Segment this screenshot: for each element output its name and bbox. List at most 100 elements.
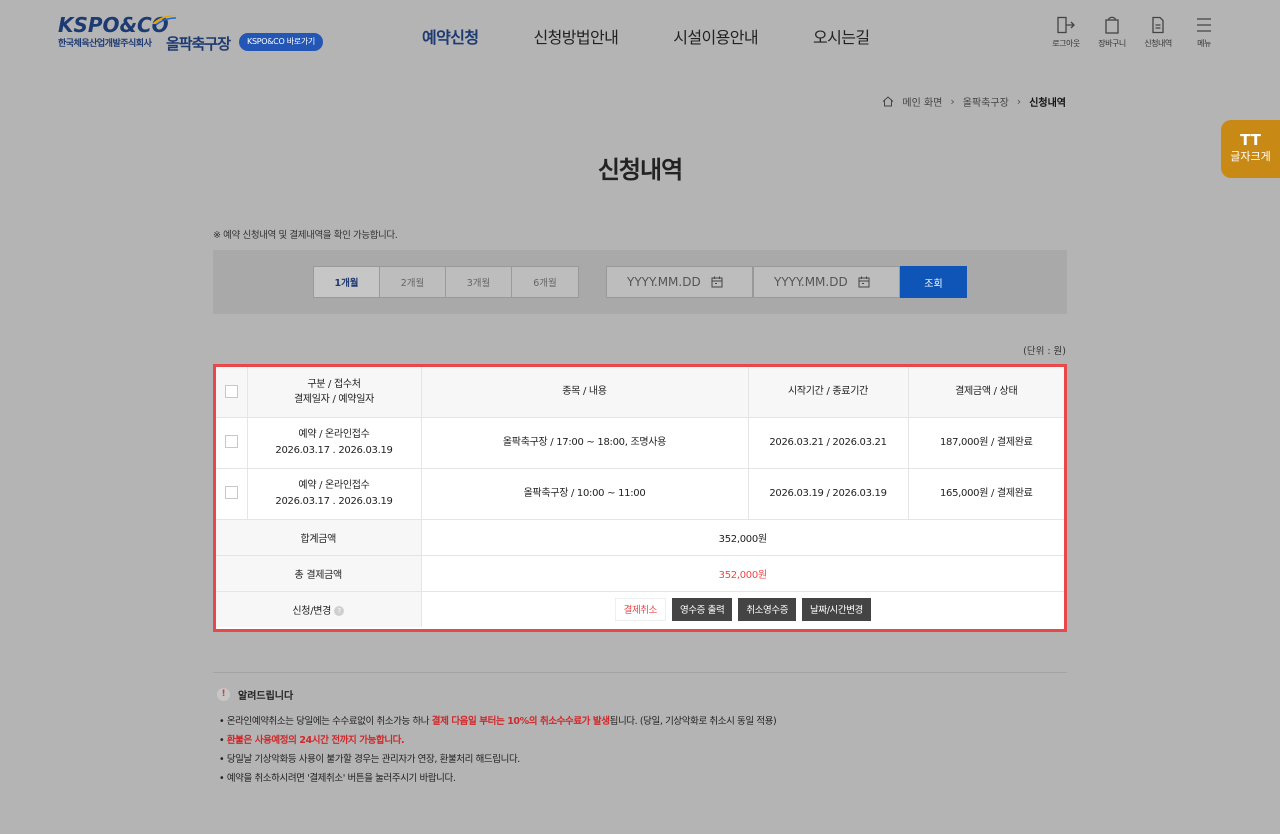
document-icon <box>1152 16 1164 34</box>
header-content: 종목 / 내용 <box>421 367 749 418</box>
notice-list: 온라인예약취소는 당일에는 수수료없이 취소가능 하나 결제 다음일 부터는 1… <box>213 712 1067 788</box>
header-type: 구분 / 접수처 결제일자 / 예약일자 <box>247 367 422 418</box>
notice-text: 됩니다. (당일, 기상악화로 취소시 동일 적용) <box>609 716 777 727</box>
change-datetime-button[interactable]: 날짜/시간변경 <box>802 597 871 621</box>
breadcrumb-facility[interactable]: 올팍축구장 <box>963 94 1009 109</box>
table-row: 예약 / 온라인접수 2026.03.17 . 2026.03.19 올팍축구장… <box>216 468 1064 520</box>
logout-icon <box>1057 16 1075 34</box>
row-content: 올팍축구장 / 17:00 ~ 18:00, 조명사용 <box>421 417 749 469</box>
date-from-input[interactable]: YYYY.MM.DD <box>606 266 753 298</box>
period-2-month-button[interactable]: 2개월 <box>380 267 446 297</box>
row-period: 2026.03.19 / 2026.03.19 <box>748 468 909 520</box>
application-history-table: 구분 / 접수처 결제일자 / 예약일자 종목 / 내용 시작기간 / 종료기간… <box>213 364 1067 632</box>
header-period: 시작기간 / 종료기간 <box>748 367 909 418</box>
site-header: KSPO&CO 한국체육산업개발주식회사 올팍축구장 KSPO&CO 바로가기 … <box>0 0 1280 70</box>
date-to-placeholder: YYYY.MM.DD <box>774 275 848 289</box>
period-filter: 1개월 2개월 3개월 6개월 <box>313 266 579 298</box>
row-checkbox[interactable] <box>224 435 238 448</box>
action-buttons: 결제취소 영수증 출력 취소영수증 날짜/시간변경 <box>422 597 1065 621</box>
notice-title-text: 알려드립니다 <box>238 691 294 702</box>
home-icon <box>883 96 894 107</box>
calendar-icon[interactable] <box>858 276 870 288</box>
menu-label: 메뉴 <box>1197 39 1211 48</box>
row-type: 예약 / 온라인접수 <box>298 479 370 491</box>
breadcrumb-home[interactable]: 메인 화면 <box>902 94 942 109</box>
help-icon[interactable]: ? <box>334 605 345 616</box>
row-dates: 2026.03.17 . 2026.03.19 <box>275 444 393 456</box>
sum-value: 352,000원 <box>421 519 1064 556</box>
action-label: 신청/변경 <box>292 605 332 617</box>
notice-text: 예약을 취소하시려면 '결제취소' 버튼을 눌러주시기 바랍니다. <box>226 773 456 784</box>
breadcrumb: 메인 화면 › 올팍축구장 › 신청내역 <box>882 94 1066 109</box>
header-type-line2: 결제일자 / 예약일자 <box>293 393 375 405</box>
warning-icon: ! <box>217 688 230 701</box>
shopping-bag-icon <box>1105 16 1119 34</box>
total-row: 총 결제금액 352,000원 <box>216 555 1064 592</box>
row-dates: 2026.03.17 . 2026.03.19 <box>275 495 393 507</box>
cancel-receipt-button[interactable]: 취소영수증 <box>738 597 797 621</box>
nav-reservation[interactable]: 예약신청 <box>422 24 479 48</box>
list-item: 환불은 사용예정의 24시간 전까지 가능합니다. <box>213 731 1067 750</box>
unit-label: (단위 : 원) <box>1023 346 1066 357</box>
select-all-checkbox[interactable] <box>224 384 238 398</box>
row-period: 2026.03.21 / 2026.03.21 <box>748 417 909 469</box>
breadcrumb-current: 신청내역 <box>1029 98 1066 109</box>
notice-section: ! 알려드립니다 온라인예약취소는 당일에는 수수료없이 취소가능 하나 결제 … <box>213 672 1067 788</box>
action-buttons-cell: 결제취소 영수증 출력 취소영수증 날짜/시간변경 <box>421 591 1064 627</box>
application-history-button[interactable]: 신청내역 <box>1140 16 1176 49</box>
action-row: 신청/변경? 결제취소 영수증 출력 취소영수증 날짜/시간변경 <box>216 591 1064 627</box>
select-all-cell <box>216 367 248 418</box>
sum-label: 합계금액 <box>216 519 422 556</box>
top-notice: ※ 예약 신청내역 및 결제내역을 확인 가능합니다. <box>213 230 398 241</box>
table-row: 예약 / 온라인접수 2026.03.17 . 2026.03.19 올팍축구장… <box>216 417 1064 469</box>
row-content: 올팍축구장 / 10:00 ~ 11:00 <box>421 468 749 520</box>
menu-button[interactable]: 메뉴 <box>1186 16 1222 49</box>
kspo-shortcut-link[interactable]: KSPO&CO 바로가기 <box>239 33 323 51</box>
application-history-label: 신청내역 <box>1144 39 1172 48</box>
header-type-line1: 구분 / 접수처 <box>307 378 361 390</box>
nav-facility-guide[interactable]: 시설이용안내 <box>673 24 758 48</box>
notice-emphasis: 결제 다음일 부터는 10%의 취소수수료가 발생 <box>431 716 610 727</box>
utility-menu: 로그아웃 장바구니 신청내역 메뉴 <box>1048 16 1222 49</box>
nav-directions[interactable]: 오시는길 <box>813 24 870 48</box>
row-type: 예약 / 온라인접수 <box>298 428 370 440</box>
total-label: 총 결제금액 <box>216 555 422 592</box>
notice-emphasis: 환불은 사용예정의 24시간 전까지 가능합니다. <box>226 735 405 746</box>
logout-button[interactable]: 로그아웃 <box>1048 16 1084 49</box>
row-select-cell <box>216 417 248 469</box>
cart-label: 장바구니 <box>1098 39 1126 48</box>
action-label-cell: 신청/변경? <box>216 591 422 627</box>
period-3-month-button[interactable]: 3개월 <box>446 267 512 297</box>
period-6-month-button[interactable]: 6개월 <box>512 267 578 297</box>
logo-subtitle: 한국체육산업개발주식회사 <box>58 39 152 49</box>
site-name: 올팍축구장 <box>166 35 231 53</box>
row-amount: 187,000원 / 결제완료 <box>908 417 1064 469</box>
cart-button[interactable]: 장바구니 <box>1094 16 1130 49</box>
row-type-cell: 예약 / 온라인접수 2026.03.17 . 2026.03.19 <box>247 417 422 469</box>
text-size-icon: TT <box>1240 131 1261 149</box>
list-item: 예약을 취소하시려면 '결제취소' 버튼을 눌러주시기 바랍니다. <box>213 769 1067 788</box>
sum-row: 합계금액 352,000원 <box>216 519 1064 556</box>
nav-how-to-apply[interactable]: 신청방법안내 <box>533 24 618 48</box>
header-amount: 결제금액 / 상태 <box>908 367 1064 418</box>
row-amount: 165,000원 / 결제완료 <box>908 468 1064 520</box>
chevron-right-icon: › <box>950 95 955 108</box>
logo-swoosh-icon <box>152 15 177 26</box>
hamburger-menu-icon <box>1197 18 1211 32</box>
list-item: 온라인예약취소는 당일에는 수수료없이 취소가능 하나 결제 다음일 부터는 1… <box>213 712 1067 731</box>
date-to-input[interactable]: YYYY.MM.DD <box>753 266 900 298</box>
table-header-row: 구분 / 접수처 결제일자 / 예약일자 종목 / 내용 시작기간 / 종료기간… <box>216 367 1064 418</box>
cancel-payment-button[interactable]: 결제취소 <box>614 597 666 621</box>
print-receipt-button[interactable]: 영수증 출력 <box>672 597 733 621</box>
row-type-cell: 예약 / 온라인접수 2026.03.17 . 2026.03.19 <box>247 468 422 520</box>
list-item: 당일날 기상악화등 사용이 불가할 경우는 관리자가 연장, 환불처리 해드립니… <box>213 750 1067 769</box>
total-value: 352,000원 <box>421 555 1064 592</box>
logout-label: 로그아웃 <box>1052 39 1080 48</box>
row-select-cell <box>216 468 248 520</box>
row-checkbox[interactable] <box>224 486 238 499</box>
calendar-icon[interactable] <box>711 276 723 288</box>
notice-title: ! 알려드립니다 <box>217 687 1067 702</box>
period-1-month-button[interactable]: 1개월 <box>314 267 380 297</box>
search-button[interactable]: 조회 <box>900 266 967 298</box>
page-title: 신청내역 <box>597 156 683 184</box>
